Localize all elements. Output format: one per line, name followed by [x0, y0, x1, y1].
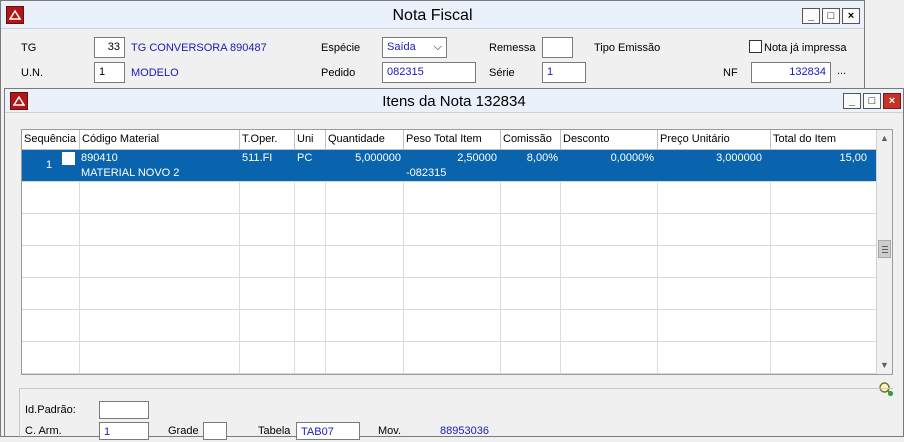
grade-label: Grade: [168, 425, 199, 437]
col-header-codigo[interactable]: Código Material: [80, 130, 240, 150]
minimize-icon[interactable]: _: [802, 8, 820, 24]
remessa-label: Remessa: [489, 42, 536, 54]
cell-material: MATERIAL NOVO 2: [81, 167, 180, 179]
table-row-empty[interactable]: [22, 182, 878, 214]
col-header-toper[interactable]: T.Oper.: [240, 130, 295, 150]
col-header-uni[interactable]: Uni: [295, 130, 326, 150]
tabela-label: Tabela: [258, 425, 291, 437]
nf-label: NF: [723, 67, 738, 79]
cell-comissao: 8,00%: [526, 152, 558, 164]
mov-label: Mov.: [378, 425, 402, 437]
col-header-total[interactable]: Total do Item: [771, 130, 878, 150]
cell-toper: 511.FI: [242, 152, 273, 164]
chevron-down-icon: ⌵: [433, 41, 442, 53]
col-header-desconto[interactable]: Desconto: [561, 130, 658, 150]
idpadrao-label: Id.Padrão:: [25, 404, 76, 416]
remessa-field[interactable]: [542, 37, 573, 58]
tipo-emissao-label: Tipo Emissão: [594, 42, 661, 54]
grid-header: Sequência Código Material T.Oper. Uni Qu…: [22, 130, 878, 150]
close-icon[interactable]: ×: [883, 93, 901, 109]
cell-quantidade: 5,000000: [355, 152, 401, 164]
cell-desconto: 0,0000%: [610, 152, 654, 164]
un-name: MODELO: [131, 67, 179, 79]
cell-codigo: 890410: [81, 152, 118, 164]
itens-nota-window: Itens da Nota 132834 _ □ × Sequência Cód…: [4, 88, 904, 440]
table-row[interactable]: 1 890410 MATERIAL NOVO 2 511.FI PC 5,000…: [22, 150, 878, 182]
row-select-checkbox[interactable]: [62, 152, 75, 165]
table-row-empty[interactable]: [22, 278, 878, 310]
close-icon[interactable]: ×: [842, 8, 860, 24]
carm-label: C. Arm.: [25, 425, 62, 437]
vertical-scrollbar[interactable]: ▲ ▼: [876, 130, 892, 374]
un-label: U.N.: [21, 67, 43, 79]
cell-peso: 2,50000: [457, 152, 497, 164]
nota-fiscal-titlebar: Nota Fiscal _ □ ×: [1, 1, 864, 29]
pedido-label: Pedido: [321, 67, 356, 79]
scroll-down-icon[interactable]: ▼: [877, 357, 892, 374]
col-header-peso[interactable]: Peso Total Item: [404, 130, 501, 150]
un-code-field[interactable]: 1: [94, 62, 125, 83]
idpadrao-field[interactable]: [99, 401, 149, 419]
pedido-field[interactable]: 082315: [382, 62, 476, 83]
mov-value: 88953036: [440, 425, 489, 437]
especie-label: Espécie: [321, 42, 361, 54]
especie-value: Saída: [387, 41, 416, 53]
col-header-quantidade[interactable]: Quantidade: [326, 130, 404, 150]
nota-impressa-label: Nota já impressa: [764, 42, 847, 54]
cell-total: 15,00: [839, 152, 867, 164]
col-header-comissao[interactable]: Comissão: [501, 130, 561, 150]
maximize-icon[interactable]: □: [822, 8, 840, 24]
tg-name: TG CONVERSORA 890487: [131, 42, 267, 54]
col-header-preco[interactable]: Preço Unitário: [658, 130, 771, 150]
scroll-thumb[interactable]: [878, 240, 891, 258]
cell-preco: 3,000000: [716, 152, 762, 164]
itens-title: Itens da Nota 132834: [382, 93, 526, 110]
tg-label: TG: [21, 42, 37, 54]
especie-select[interactable]: Saída ⌵: [382, 37, 447, 58]
tg-code-field[interactable]: 33: [94, 37, 125, 58]
table-row-empty[interactable]: [22, 342, 878, 374]
nota-impressa-checkbox[interactable]: [749, 40, 762, 53]
table-row-empty[interactable]: [22, 246, 878, 278]
nf-field[interactable]: 132834: [751, 62, 831, 83]
itens-grid[interactable]: Sequência Código Material T.Oper. Uni Qu…: [21, 129, 893, 375]
cell-sequencia: 1: [46, 159, 53, 171]
itens-titlebar: Itens da Nota 132834 _ □ ×: [5, 89, 903, 113]
serie-label: Série: [489, 67, 515, 79]
nota-fiscal-title: Nota Fiscal: [392, 7, 473, 24]
scroll-up-icon[interactable]: ▲: [877, 130, 892, 147]
tabela-field[interactable]: TAB07: [296, 422, 360, 440]
cell-peso-sub: -082315: [406, 167, 447, 179]
grade-field[interactable]: [203, 422, 227, 440]
maximize-icon[interactable]: □: [863, 93, 881, 109]
col-header-sequencia[interactable]: Sequência: [22, 130, 80, 150]
nf-lookup-button[interactable]: ...: [837, 65, 846, 77]
minimize-icon[interactable]: _: [843, 93, 861, 109]
table-row-empty[interactable]: [22, 214, 878, 246]
table-row-empty[interactable]: [22, 310, 878, 342]
serie-field[interactable]: 1: [542, 62, 586, 83]
cell-uni: PC: [297, 152, 313, 164]
carm-field[interactable]: 1: [99, 422, 149, 440]
